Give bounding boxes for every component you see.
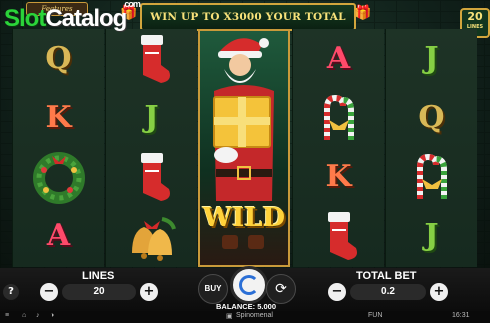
game-mode: FUN (368, 312, 383, 319)
symbol-letter: A (326, 41, 351, 76)
symbol-q: Q (386, 88, 477, 147)
symbol-letter: K (325, 159, 352, 194)
reel-2: J (105, 29, 197, 267)
total-bet-value: 0.2 (350, 284, 426, 300)
spin-button[interactable] (230, 266, 268, 304)
reel-5: J Q J (385, 29, 477, 267)
symbol-a: A (293, 29, 384, 88)
reel-4: A K (292, 29, 384, 267)
candy-canes-icon (293, 88, 384, 147)
buy-button[interactable]: BUY (198, 274, 228, 304)
symbol-j: J (106, 88, 197, 147)
info-icon[interactable]: ◑ (50, 312, 54, 319)
symbol-k: K (13, 88, 104, 147)
symbol-letter: J (424, 41, 439, 76)
spin-icon (239, 275, 259, 295)
autoplay-icon: ⟳ (275, 281, 287, 297)
bells-icon (106, 206, 197, 265)
lines-value: 20 (62, 284, 136, 300)
candy-canes-icon (386, 147, 477, 206)
stocking-icon (106, 29, 197, 88)
lines-minus-button[interactable]: − (40, 283, 58, 301)
stocking-icon (106, 147, 197, 206)
watermark-accent: Catalog (45, 5, 127, 32)
symbol-j: J (386, 206, 477, 265)
provider-brand: Spinomenal (236, 312, 273, 319)
symbol-letter: Q (45, 41, 72, 76)
symbol-letter: K (45, 100, 72, 135)
home-icon[interactable]: ⌂ (22, 312, 26, 319)
menu-icon[interactable]: ≡ (5, 312, 9, 319)
wreath-icon (13, 147, 104, 206)
wild-reel: WILD (198, 29, 290, 267)
gift-ornament-icon: 🎁 (354, 5, 372, 21)
stocking-icon (293, 206, 384, 265)
symbol-letter: J (144, 100, 159, 135)
bet-plus-button[interactable]: + (430, 283, 448, 301)
symbol-letter: A (46, 218, 71, 253)
lines-plus-button[interactable]: + (140, 283, 158, 301)
status-bar: ≡ ⌂ ♪ ◑ ▣ Spinomenal FUN 16:31 (0, 311, 490, 323)
lines-label: LINES (82, 270, 115, 282)
clock: 16:31 (452, 312, 470, 319)
watermark-suffix: com (124, 0, 140, 9)
symbol-letter: Q (418, 100, 445, 135)
reel-grid: Q K A J WILD A K J Q J (12, 29, 478, 267)
game-stage: Features SlotCatalogcom 🎁 WIN UP TO X300… (0, 0, 490, 268)
symbol-q: Q (13, 29, 104, 88)
wild-label: WILD (202, 203, 286, 233)
symbol-a: A (13, 206, 104, 265)
watermark-main: Slot (4, 5, 46, 32)
reel-1: Q K A (12, 29, 104, 267)
lines-badge-number: 20 (467, 10, 483, 23)
max-win-banner: WIN UP TO X3000 YOUR TOTAL BET (140, 3, 356, 47)
autoplay-button[interactable]: ⟳ (266, 274, 296, 304)
symbol-letter: J (424, 218, 439, 253)
bet-minus-button[interactable]: − (328, 283, 346, 301)
symbol-k: K (293, 147, 384, 206)
spinomenal-logo-icon: ▣ (226, 313, 233, 320)
help-button[interactable]: ? (3, 284, 19, 300)
total-bet-label: TOTAL BET (356, 270, 417, 282)
balance-display: BALANCE: 5.000 (215, 302, 276, 311)
watermark-logo: SlotCatalogcom (4, 0, 142, 33)
symbol-j: J (386, 29, 477, 88)
sound-icon[interactable]: ♪ (36, 312, 40, 319)
